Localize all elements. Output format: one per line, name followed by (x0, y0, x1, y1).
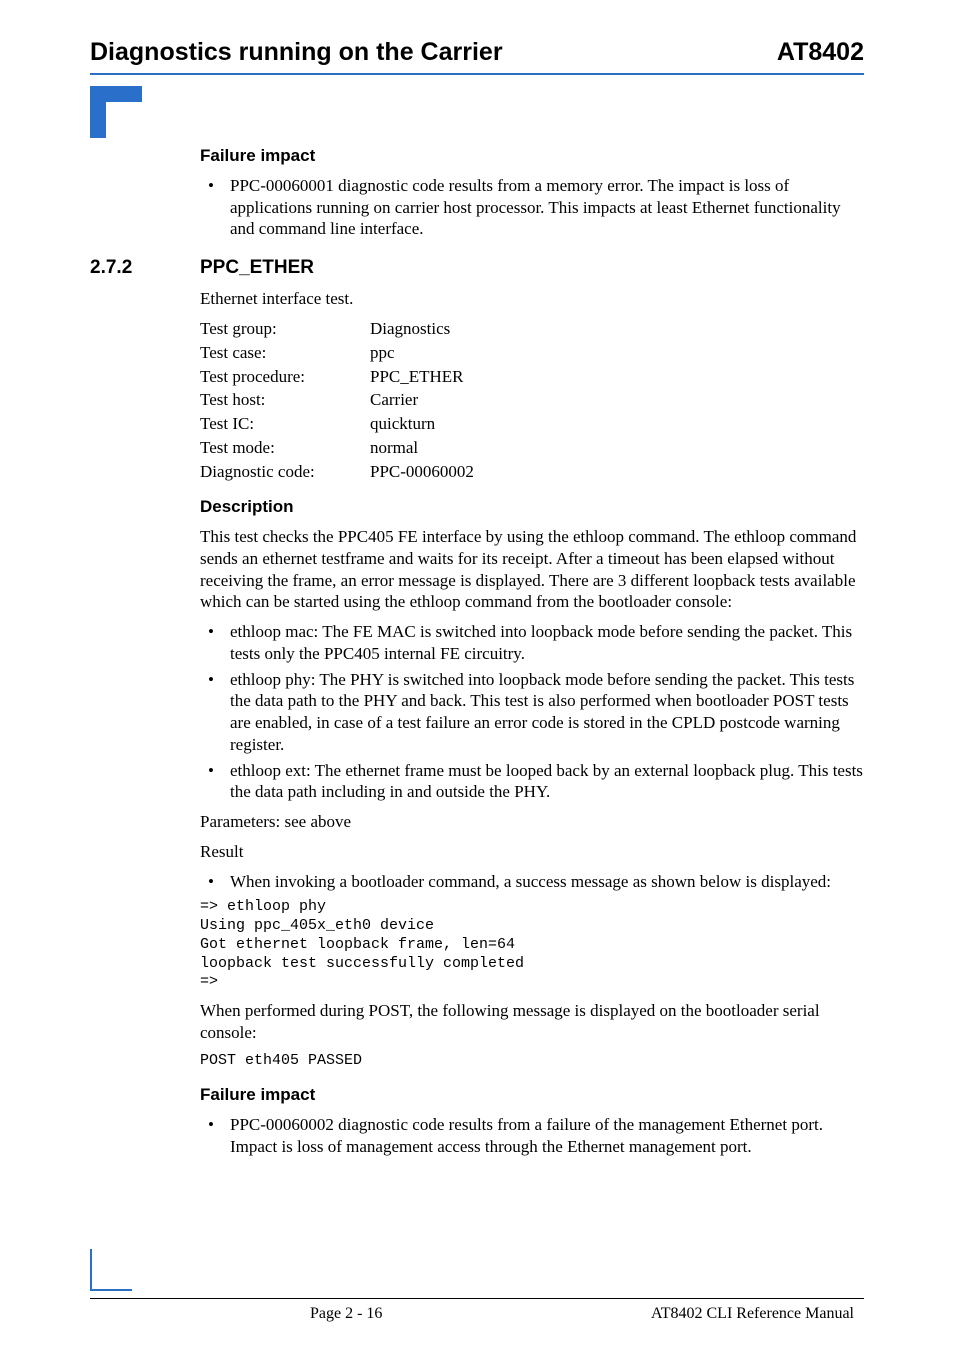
def-value: Diagnostics (370, 318, 864, 340)
list-item: PPC-00060001 diagnostic code results fro… (200, 175, 864, 240)
section-number: 2.7.2 (90, 256, 200, 280)
header-divider (90, 73, 864, 75)
def-value: normal (370, 437, 864, 459)
list-item: ethloop mac: The FE MAC is switched into… (200, 621, 864, 665)
def-value: Carrier (370, 389, 864, 411)
failure-impact-list-2: PPC-00060002 diagnostic code results fro… (200, 1114, 864, 1158)
def-label: Test case: (200, 342, 370, 364)
list-item: PPC-00060002 diagnostic code results fro… (200, 1114, 864, 1158)
header-right: AT8402 (777, 38, 864, 67)
list-item: ethloop phy: The PHY is switched into lo… (200, 669, 864, 756)
footer-divider (90, 1298, 864, 1299)
def-value: PPC-00060002 (370, 461, 864, 483)
failure-impact-heading-2: Failure impact (200, 1084, 864, 1106)
description-paragraph: This test checks the PPC405 FE interface… (200, 526, 864, 613)
def-label: Test group: (200, 318, 370, 340)
def-value: PPC_ETHER (370, 366, 864, 388)
result-list: When invoking a bootloader command, a su… (200, 871, 864, 893)
def-label: Test mode: (200, 437, 370, 459)
description-list: ethloop mac: The FE MAC is switched into… (200, 621, 864, 803)
corner-decoration-icon (90, 1249, 132, 1291)
def-value: ppc (370, 342, 864, 364)
description-heading: Description (200, 496, 864, 518)
result-label: Result (200, 841, 864, 863)
list-item: ethloop ext: The ethernet frame must be … (200, 760, 864, 804)
code-block-2: POST eth405 PASSED (200, 1052, 864, 1071)
section-title: PPC_ETHER (200, 256, 314, 280)
footer-manual: AT8402 CLI Reference Manual (651, 1305, 854, 1323)
definition-list: Test group: Diagnostics Test case: ppc T… (200, 318, 864, 482)
list-item: When invoking a bootloader command, a su… (200, 871, 864, 893)
post-paragraph: When performed during POST, the followin… (200, 1000, 864, 1044)
section-intro: Ethernet interface test. (200, 288, 864, 310)
failure-impact-heading-1: Failure impact (200, 145, 864, 167)
def-label: Diagnostic code: (200, 461, 370, 483)
failure-impact-list-1: PPC-00060001 diagnostic code results fro… (200, 175, 864, 240)
code-block-1: => ethloop phy Using ppc_405x_eth0 devic… (200, 898, 864, 992)
footer-page: Page 2 - 16 (310, 1305, 382, 1323)
parameters-line: Parameters: see above (200, 811, 864, 833)
def-label: Test procedure: (200, 366, 370, 388)
header-left: Diagnostics running on the Carrier (90, 38, 503, 67)
def-label: Test IC: (200, 413, 370, 435)
def-value: quickturn (370, 413, 864, 435)
brand-logo-icon (90, 86, 142, 138)
def-label: Test host: (200, 389, 370, 411)
